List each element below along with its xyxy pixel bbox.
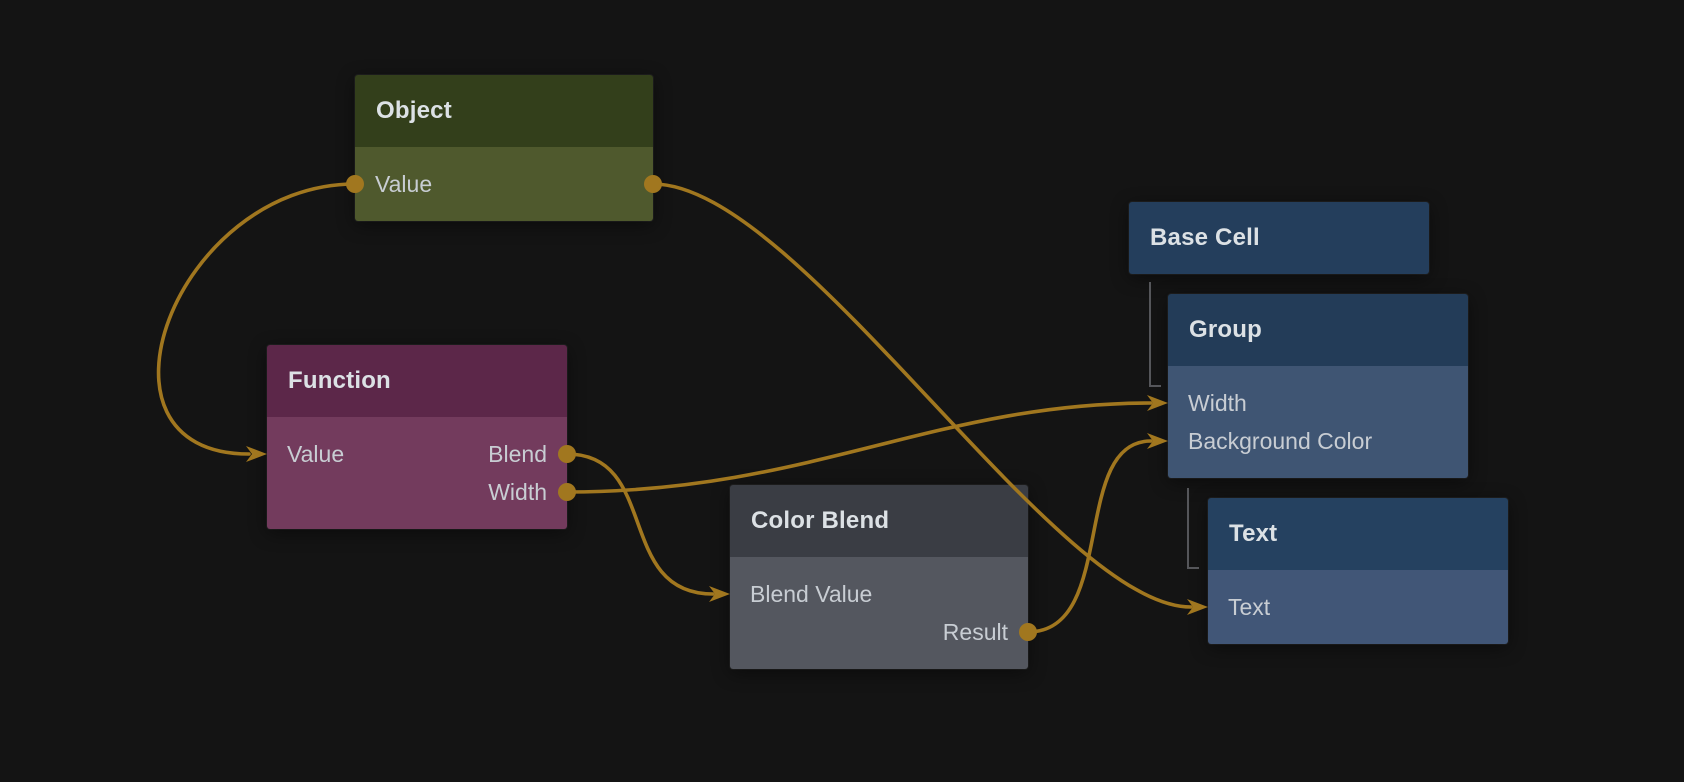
node-object-body: Value: [355, 147, 653, 221]
node-text-header[interactable]: Text: [1208, 498, 1508, 570]
node-color-blend[interactable]: Color Blend Blend Value Result: [730, 485, 1028, 669]
node-function-row-0: Value Blend: [267, 435, 567, 473]
port-label-value: Value: [287, 441, 344, 468]
port-label-background-color: Background Color: [1188, 428, 1372, 455]
node-group-row-1: Background Color: [1168, 422, 1468, 460]
node-color-blend-row-1: Result: [730, 613, 1028, 651]
port-label-blend: Blend: [488, 441, 547, 468]
port-label-result: Result: [943, 619, 1008, 646]
node-object-title: Object: [376, 97, 452, 125]
node-color-blend-body: Blend Value Result: [730, 557, 1028, 669]
node-color-blend-row-0: Blend Value: [730, 575, 1028, 613]
port-label-blend-value: Blend Value: [750, 581, 872, 608]
node-function-row-1: Width: [267, 473, 567, 511]
node-object-header[interactable]: Object: [355, 75, 653, 147]
node-text[interactable]: Text Text: [1208, 498, 1508, 644]
node-base-cell-header[interactable]: Base Cell: [1129, 202, 1429, 274]
node-base-cell-title: Base Cell: [1150, 224, 1260, 252]
node-group-header[interactable]: Group: [1168, 294, 1468, 366]
node-group[interactable]: Group Width Background Color: [1168, 294, 1468, 478]
node-object[interactable]: Object Value: [355, 75, 653, 221]
node-group-row-0: Width: [1168, 384, 1468, 422]
node-color-blend-title: Color Blend: [751, 507, 889, 535]
node-text-row-0: Text: [1208, 588, 1508, 626]
node-graph-canvas[interactable]: Object Value Function Value Blend Width Color …: [0, 0, 1684, 782]
node-group-title: Group: [1189, 316, 1262, 344]
node-text-body: Text: [1208, 570, 1508, 644]
node-text-title: Text: [1229, 520, 1277, 548]
port-label-width: Width: [488, 479, 547, 506]
node-function-header[interactable]: Function: [267, 345, 567, 417]
port-label-value: Value: [375, 171, 432, 198]
node-function[interactable]: Function Value Blend Width: [267, 345, 567, 529]
port-label-width: Width: [1188, 390, 1247, 417]
node-function-body: Value Blend Width: [267, 417, 567, 529]
node-color-blend-header[interactable]: Color Blend: [730, 485, 1028, 557]
port-label-text: Text: [1228, 594, 1270, 621]
node-function-title: Function: [288, 367, 391, 395]
node-object-row-0: Value: [355, 165, 653, 203]
node-group-body: Width Background Color: [1168, 366, 1468, 478]
node-base-cell[interactable]: Base Cell: [1129, 202, 1429, 274]
